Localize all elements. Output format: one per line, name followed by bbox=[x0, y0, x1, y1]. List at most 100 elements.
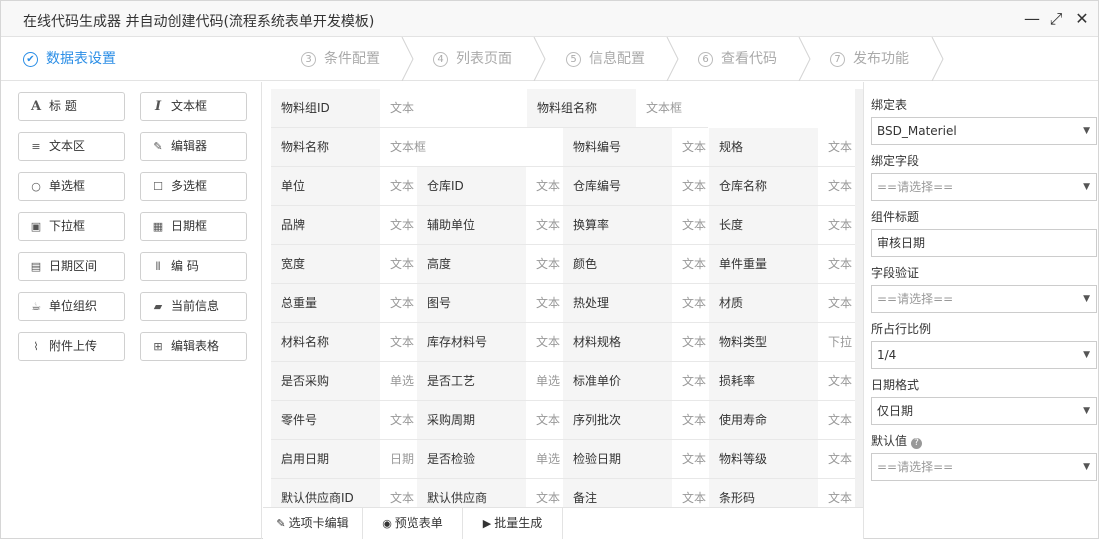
field-label[interactable]: 物料组ID bbox=[271, 89, 380, 128]
field-label[interactable]: 仓库ID bbox=[417, 167, 526, 206]
field-label[interactable]: 库存材料号 bbox=[417, 323, 526, 362]
field-label[interactable]: 材料规格 bbox=[563, 323, 672, 362]
field-label[interactable]: 物料组名称 bbox=[527, 89, 636, 128]
field-label[interactable]: 采购周期 bbox=[417, 401, 526, 440]
tool-button[interactable]: A标 题 bbox=[18, 92, 125, 121]
field-control[interactable]: 文本框 bbox=[636, 89, 708, 128]
tool-button[interactable]: ☐ 多选框 bbox=[140, 172, 247, 201]
step-7[interactable]: 7 发布功能 bbox=[830, 37, 909, 81]
field-control[interactable]: 单选 bbox=[526, 362, 563, 401]
field-control[interactable]: 文本 bbox=[672, 479, 709, 507]
field-control[interactable]: 文本 bbox=[672, 362, 709, 401]
field-label[interactable]: 材料名称 bbox=[271, 323, 380, 362]
field-control[interactable]: 文本 bbox=[818, 284, 855, 323]
field-control[interactable]: 文本 bbox=[526, 401, 563, 440]
field-label[interactable]: 单件重量 bbox=[709, 245, 818, 284]
field-control[interactable]: 文本 bbox=[526, 167, 563, 206]
tool-button[interactable]: ⊞ 编辑表格 bbox=[140, 332, 247, 361]
field-control[interactable]: 文本 bbox=[672, 440, 709, 479]
field-label[interactable]: 使用寿命 bbox=[709, 401, 818, 440]
tool-button[interactable]: ≡ 文本区 bbox=[18, 132, 125, 161]
field-control[interactable]: 文本 bbox=[672, 167, 709, 206]
field-label[interactable]: 检验日期 bbox=[563, 440, 672, 479]
default-value-select[interactable]: ==请选择== ▼ bbox=[871, 453, 1097, 481]
field-control[interactable]: 文本 bbox=[818, 167, 855, 206]
field-control[interactable]: 文本 bbox=[526, 284, 563, 323]
field-control[interactable]: 文本 bbox=[672, 206, 709, 245]
tool-button[interactable]: ○ 单选框 bbox=[18, 172, 125, 201]
step-6[interactable]: 6 查看代码 bbox=[698, 37, 777, 81]
field-label[interactable]: 长度 bbox=[709, 206, 818, 245]
field-control[interactable]: 文本 bbox=[818, 479, 855, 507]
field-label[interactable]: 仓库名称 bbox=[709, 167, 818, 206]
field-control[interactable]: 单选 bbox=[380, 362, 417, 401]
field-control[interactable]: 文本 bbox=[526, 206, 563, 245]
field-label[interactable]: 备注 bbox=[563, 479, 672, 507]
field-control[interactable]: 文本 bbox=[380, 479, 417, 507]
bind-table-select[interactable]: BSD_Materiel ▼ bbox=[871, 117, 1097, 145]
field-control[interactable]: 文本 bbox=[672, 401, 709, 440]
tool-button[interactable]: ▣ 下拉框 bbox=[18, 212, 125, 241]
field-label[interactable]: 规格 bbox=[709, 128, 818, 167]
field-control[interactable]: 文本 bbox=[380, 206, 417, 245]
field-label[interactable]: 图号 bbox=[417, 284, 526, 323]
tool-button[interactable]: I 文本框 bbox=[140, 92, 247, 121]
field-control[interactable]: 下拉 bbox=[818, 323, 855, 362]
field-control[interactable]: 文本 bbox=[818, 128, 855, 167]
tool-button[interactable]: ⌇ 附件上传 bbox=[18, 332, 125, 361]
field-label[interactable]: 序列批次 bbox=[563, 401, 672, 440]
help-icon[interactable]: ? bbox=[911, 438, 923, 449]
preview-form-button[interactable]: ◉ 预览表单 bbox=[363, 508, 463, 539]
step-1[interactable]: ✔ 数据表设置 bbox=[23, 37, 116, 81]
field-control[interactable]: 文本 bbox=[818, 362, 855, 401]
tool-button[interactable]: ▤ 日期区间 bbox=[18, 252, 125, 281]
field-control[interactable]: 文本 bbox=[380, 167, 417, 206]
tool-button[interactable]: ▦ 日期框 bbox=[140, 212, 247, 241]
field-label[interactable]: 损耗率 bbox=[709, 362, 818, 401]
step-5[interactable]: 5 信息配置 bbox=[566, 37, 645, 81]
field-label[interactable]: 条形码 bbox=[709, 479, 818, 507]
field-label[interactable]: 启用日期 bbox=[271, 440, 380, 479]
field-label[interactable]: 品牌 bbox=[271, 206, 380, 245]
field-control[interactable]: 文本 bbox=[672, 323, 709, 362]
field-validate-select[interactable]: ==请选择== ▼ bbox=[871, 285, 1097, 313]
field-control[interactable]: 文本框 bbox=[380, 128, 563, 167]
field-control[interactable]: 文本 bbox=[380, 89, 527, 128]
field-control[interactable]: 文本 bbox=[818, 440, 855, 479]
field-label[interactable]: 总重量 bbox=[271, 284, 380, 323]
field-label[interactable]: 仓库编号 bbox=[563, 167, 672, 206]
field-control[interactable]: 文本 bbox=[380, 401, 417, 440]
tool-button[interactable]: ▰ 当前信息 bbox=[140, 292, 247, 321]
field-label[interactable]: 换算率 bbox=[563, 206, 672, 245]
field-label[interactable]: 物料名称 bbox=[271, 128, 380, 167]
maximize-icon[interactable]: ⤢ bbox=[1045, 8, 1067, 30]
row-ratio-select[interactable]: 1/4 ▼ bbox=[871, 341, 1097, 369]
field-control[interactable]: 文本 bbox=[818, 401, 855, 440]
field-label[interactable]: 标准单价 bbox=[563, 362, 672, 401]
tool-button[interactable]: ⦀ 编 码 bbox=[140, 252, 247, 281]
field-label[interactable]: 物料编号 bbox=[563, 128, 672, 167]
minimize-icon[interactable]: — bbox=[1021, 8, 1043, 30]
field-label[interactable]: 物料类型 bbox=[709, 323, 818, 362]
batch-generate-button[interactable]: ▶ 批量生成 bbox=[463, 508, 563, 539]
field-control[interactable]: 文本 bbox=[526, 323, 563, 362]
field-control[interactable]: 文本 bbox=[818, 245, 855, 284]
field-label[interactable]: 是否工艺 bbox=[417, 362, 526, 401]
field-label[interactable]: 默认供应商 bbox=[417, 479, 526, 507]
tab-edit-button[interactable]: ✎ 选项卡编辑 bbox=[263, 508, 363, 539]
field-label[interactable]: 单位 bbox=[271, 167, 380, 206]
field-label[interactable]: 宽度 bbox=[271, 245, 380, 284]
field-label[interactable]: 高度 bbox=[417, 245, 526, 284]
close-icon[interactable]: ✕ bbox=[1071, 8, 1093, 30]
field-control[interactable]: 文本 bbox=[672, 245, 709, 284]
field-control[interactable]: 文本 bbox=[818, 206, 855, 245]
tool-button[interactable]: ✎ 编辑器 bbox=[140, 132, 247, 161]
field-label[interactable]: 默认供应商ID bbox=[271, 479, 380, 507]
form-scrollbar[interactable] bbox=[855, 89, 863, 507]
step-2[interactable]: 2 表单页面 bbox=[169, 37, 248, 81]
field-label[interactable]: 是否检验 bbox=[417, 440, 526, 479]
field-label[interactable]: 物料等级 bbox=[709, 440, 818, 479]
tool-button[interactable]: ☕ 单位组织 bbox=[18, 292, 125, 321]
field-control[interactable]: 单选 bbox=[526, 440, 563, 479]
field-label[interactable]: 颜色 bbox=[563, 245, 672, 284]
